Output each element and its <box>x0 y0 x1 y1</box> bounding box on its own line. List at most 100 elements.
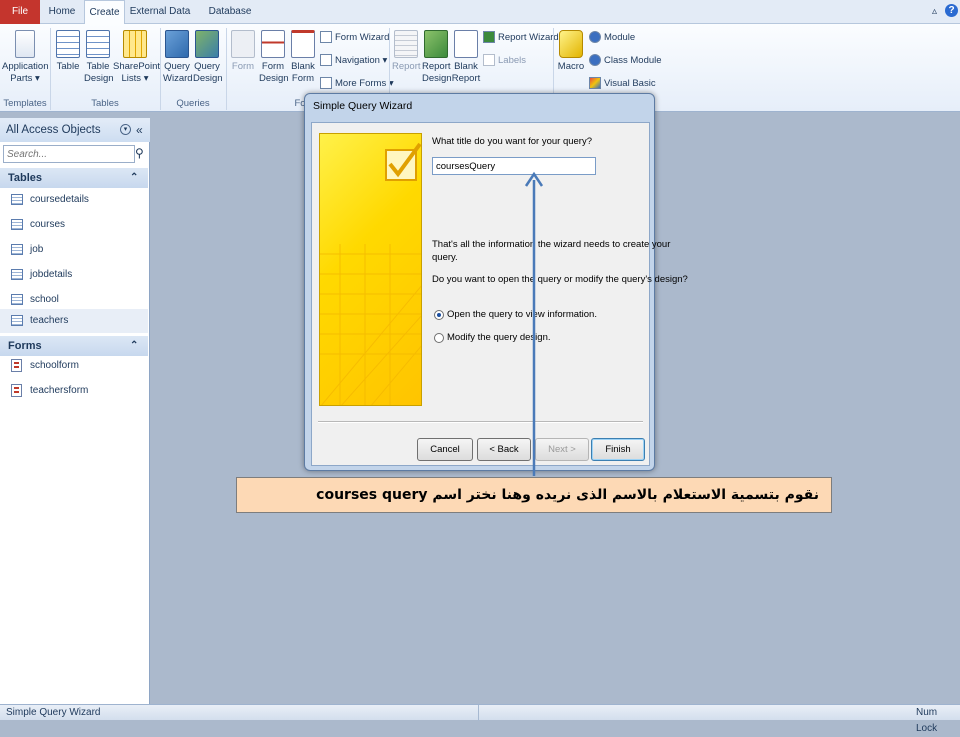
form-item[interactable]: teachersform <box>0 379 148 403</box>
table-icon <box>56 30 80 58</box>
blank-report-button[interactable]: Blank Report <box>451 30 481 85</box>
table-design-button[interactable]: Table Design <box>84 30 114 85</box>
query-wizard-button[interactable]: Query Wizard <box>163 30 193 85</box>
report-design-button[interactable]: Report Design <box>422 30 452 85</box>
macro-icon <box>559 30 583 58</box>
dialog-title: Simple Query Wizard <box>313 100 413 112</box>
query-design-button[interactable]: Query Design <box>193 30 223 85</box>
visual-basic-label: Visual Basic <box>604 78 656 89</box>
form-wizard-button[interactable]: Form Wizard <box>320 29 389 47</box>
table-design-icon <box>86 30 110 58</box>
table-button[interactable]: Table <box>54 30 82 73</box>
sharepoint-lists-icon <box>123 30 147 58</box>
table-icon <box>11 315 23 326</box>
labels-label: Labels <box>498 55 526 66</box>
query-title-input[interactable] <box>432 157 596 175</box>
form-item-label: schoolform <box>30 360 79 371</box>
table-item[interactable]: jobdetails <box>0 263 148 287</box>
macro-button[interactable]: Macro <box>557 30 585 73</box>
open-query-radio[interactable] <box>434 310 444 320</box>
tab-create[interactable]: Create <box>84 0 125 25</box>
visual-basic-button[interactable]: Visual Basic <box>589 75 656 93</box>
info-line-2: query. <box>432 252 458 263</box>
class-module-button[interactable]: Class Module <box>589 52 662 70</box>
tab-home[interactable]: Home <box>42 0 82 24</box>
status-text: Simple Query Wizard <box>6 707 101 718</box>
query-design-label: Query Design <box>193 61 223 84</box>
form-icon <box>11 384 22 397</box>
form-design-button[interactable]: Form Design <box>259 30 289 85</box>
module-button[interactable]: Module <box>589 29 635 47</box>
query-wizard-icon <box>165 30 189 58</box>
navigation-pane: All Access Objects ▾ « ⚲ Tables ⌃ coursed… <box>0 118 150 704</box>
section-tables[interactable]: Tables ⌃ <box>0 168 148 188</box>
report-wizard-button[interactable]: Report Wizard <box>483 29 559 47</box>
navigation-pane-header[interactable]: All Access Objects ▾ « <box>0 118 150 142</box>
ribbon-tab-bar: File Home Create External Data Database … <box>0 0 960 41</box>
tab-file[interactable]: File <box>0 0 40 24</box>
class-module-icon <box>589 54 601 67</box>
form-icon <box>231 30 255 58</box>
blank-form-label: Blank Form <box>291 61 315 84</box>
visual-basic-icon <box>589 77 601 90</box>
section-forms-label: Forms <box>8 340 42 352</box>
table-item[interactable]: job <box>0 238 148 262</box>
finish-button[interactable]: Finish <box>591 438 645 461</box>
wizard-graphic <box>320 142 421 405</box>
blank-form-icon <box>291 30 315 58</box>
modify-design-radio[interactable] <box>434 333 444 343</box>
search-icon[interactable]: ⚲ <box>135 146 144 160</box>
form-item-label: teachersform <box>30 385 89 396</box>
section-forms[interactable]: Forms ⌃ <box>0 336 148 356</box>
application-parts-label: Application Parts ▾ <box>2 61 49 84</box>
table-icon <box>11 219 23 230</box>
info-line-1: That's all the information the wizard ne… <box>432 239 671 250</box>
labels-button[interactable]: Labels <box>483 52 526 70</box>
tab-database-tools[interactable]: Database Tools <box>196 0 264 41</box>
navigation-icon <box>320 54 332 67</box>
table-label: Table <box>56 61 80 72</box>
blank-report-icon <box>454 30 478 58</box>
blank-report-label: Blank Report <box>451 61 481 84</box>
status-bar: Simple Query Wizard Num Lock <box>0 704 960 734</box>
tab-external-data[interactable]: External Data <box>128 0 192 24</box>
table-item-label: school <box>30 294 59 305</box>
form-button[interactable]: Form <box>229 30 257 73</box>
navigation-button[interactable]: Navigation ▾ <box>320 52 387 70</box>
form-item[interactable]: schoolform <box>0 354 148 378</box>
annotation-arrow <box>524 171 544 476</box>
pane-menu-icon[interactable]: ▾ <box>120 124 131 135</box>
ribbon-separator <box>160 28 161 110</box>
application-parts-button[interactable]: Application Parts ▾ <box>2 30 48 85</box>
collapse-icon[interactable]: ⌃ <box>130 168 138 188</box>
more-forms-icon <box>320 77 332 90</box>
table-icon <box>11 194 23 205</box>
open-or-modify-question: Do you want to open the query or modify … <box>432 274 688 285</box>
cancel-button[interactable]: Cancel <box>417 438 473 461</box>
ribbon-separator <box>50 28 51 110</box>
table-item[interactable]: coursedetails <box>0 188 148 212</box>
sharepoint-lists-label: SharePoint Lists ▾ <box>113 61 161 84</box>
report-design-label: Report Design <box>422 61 452 84</box>
group-label-templates: Templates <box>3 98 47 109</box>
minimize-ribbon-icon[interactable]: ▵ <box>932 6 937 17</box>
search-input[interactable] <box>3 145 135 163</box>
table-icon <box>11 269 23 280</box>
report-button[interactable]: Report <box>392 30 421 73</box>
table-item-label: jobdetails <box>30 269 73 280</box>
simple-query-wizard-dialog: Simple Query Wizard What title do you wa… <box>304 93 688 471</box>
report-design-icon <box>424 30 448 58</box>
help-icon[interactable]: ? <box>945 4 958 17</box>
wizard-banner-image <box>319 133 422 406</box>
title-question: What title do you want for your query? <box>432 136 592 147</box>
form-label: Form <box>231 61 255 72</box>
group-label-tables: Tables <box>91 98 119 109</box>
more-forms-button[interactable]: More Forms ▾ <box>320 75 394 93</box>
sharepoint-lists-button[interactable]: SharePoint Lists ▾ <box>113 30 161 85</box>
table-item[interactable]: teachers <box>0 309 148 333</box>
table-item[interactable]: courses <box>0 213 148 237</box>
pane-collapse-icon[interactable]: « <box>136 118 143 142</box>
blank-form-button[interactable]: Blank Form <box>289 30 317 85</box>
collapse-icon[interactable]: ⌃ <box>130 336 138 356</box>
form-design-icon <box>261 30 285 58</box>
